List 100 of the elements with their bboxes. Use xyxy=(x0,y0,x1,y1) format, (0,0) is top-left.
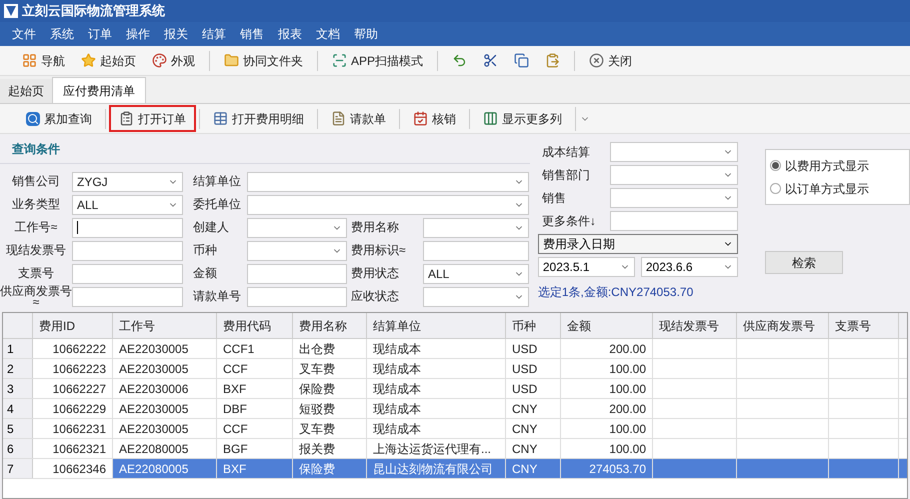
folder-icon xyxy=(224,53,239,68)
menu-item[interactable]: 报关 xyxy=(164,25,188,43)
input-field[interactable] xyxy=(247,264,347,284)
dropdown-field[interactable] xyxy=(247,172,529,192)
toolbar-button[interactable]: 起始页 xyxy=(75,48,142,72)
paste-icon xyxy=(545,53,560,68)
field-label: 现结发票号 xyxy=(5,245,67,256)
table-row[interactable]: 4 10662229 AE22030005 DBF 短驳费 现结成本 CNY 200.00 xyxy=(3,399,907,419)
menu-item[interactable]: 系统 xyxy=(50,25,74,43)
menu-item[interactable]: 操作 xyxy=(126,25,150,43)
app-logo-icon xyxy=(4,4,18,18)
menu-item[interactable]: 文件 xyxy=(12,25,36,43)
field-label: 销售 xyxy=(540,190,567,207)
row-number: 4 xyxy=(3,399,33,418)
dropdown-field[interactable] xyxy=(610,188,738,208)
column-header[interactable]: 费用代码 xyxy=(217,313,293,338)
column-header[interactable]: 供应商发票号 xyxy=(737,313,829,338)
dropdown-field[interactable] xyxy=(247,194,529,214)
date-type-dropdown[interactable]: 费用录入日期 xyxy=(538,234,738,254)
column-header[interactable]: 现结发票号 xyxy=(653,313,737,338)
tab[interactable]: 应付费用清单 xyxy=(52,77,146,103)
row-number: 7 xyxy=(3,459,33,478)
menu-item[interactable]: 文档 xyxy=(316,25,340,43)
tab[interactable]: 起始页 xyxy=(0,79,52,103)
input-field[interactable] xyxy=(610,211,738,231)
menu-item[interactable]: 报表 xyxy=(278,25,302,43)
column-header[interactable]: 支票号 xyxy=(829,313,899,338)
table-cell: AE22030006 xyxy=(113,379,217,398)
date-field[interactable]: 2023.6.6 xyxy=(640,257,738,277)
table-row[interactable]: 2 10662223 AE22030005 CCF 叉车费 现结成本 USD 100.00 xyxy=(3,359,907,379)
columns-icon xyxy=(483,111,498,126)
field-label: 更多条件↓ xyxy=(540,213,597,230)
toolbar-button[interactable]: 导航 xyxy=(16,48,71,72)
search-button[interactable]: 检索 xyxy=(765,251,843,274)
dropdown-field[interactable] xyxy=(610,165,738,185)
dropdown-field[interactable] xyxy=(610,142,738,162)
radio-button[interactable] xyxy=(770,183,781,194)
table-row[interactable]: 3 10662227 AE22030006 BXF 保险费 现结成本 USD 100.00 xyxy=(3,379,907,399)
column-header[interactable]: 金额 xyxy=(561,313,653,338)
radio-button[interactable] xyxy=(770,160,781,171)
column-header[interactable]: 工作号 xyxy=(113,313,217,338)
table-cell: 200.00 xyxy=(561,339,653,358)
dropdown-field[interactable]: ALL xyxy=(72,194,183,214)
menu-item[interactable]: 销售 xyxy=(240,25,264,43)
toolbar-button[interactable]: 请款单 xyxy=(321,105,396,132)
column-header[interactable]: 结算单位 xyxy=(367,313,506,338)
column-header[interactable]: 费用名称 xyxy=(293,313,367,338)
radio-option[interactable]: 以订单方式显示 xyxy=(770,180,905,198)
calendar-icon xyxy=(413,111,428,126)
window-title: 立刻云国际物流管理系统 xyxy=(22,2,165,20)
menu-item[interactable]: 订单 xyxy=(88,25,112,43)
toolbar-button[interactable]: 协同文件夹 xyxy=(218,48,309,72)
date-field[interactable]: 2023.5.1 xyxy=(538,257,635,277)
column-header[interactable]: 币种 xyxy=(506,313,561,338)
toolbar-button[interactable]: 累加查询 xyxy=(16,105,102,132)
input-field[interactable] xyxy=(72,264,183,284)
input-field[interactable] xyxy=(72,286,183,306)
row-number: 5 xyxy=(3,419,33,438)
table-cell: 保险费 xyxy=(293,379,367,398)
table-cell: 10662223 xyxy=(33,359,113,378)
input-field[interactable] xyxy=(72,240,183,260)
input-field[interactable] xyxy=(72,218,183,238)
input-field[interactable] xyxy=(423,240,529,260)
radio-option[interactable]: 以费用方式显示 xyxy=(770,156,905,174)
dropdown-field[interactable]: ZYGJ xyxy=(72,172,183,192)
close-icon xyxy=(589,53,604,68)
table-cell xyxy=(829,459,899,478)
table-cell: 10662231 xyxy=(33,419,113,438)
dropdown-field[interactable] xyxy=(247,218,347,238)
table-cell: AE22030005 xyxy=(113,419,217,438)
table-cell: 现结成本 xyxy=(367,359,506,378)
table-cell: 现结成本 xyxy=(367,419,506,438)
toolbar-button[interactable]: 关闭 xyxy=(583,48,638,72)
table-cell: 现结成本 xyxy=(367,339,506,358)
dropdown-field[interactable] xyxy=(423,286,529,306)
dropdown-field[interactable] xyxy=(247,240,347,260)
table-cell: CNY xyxy=(506,419,561,438)
toolbar-button[interactable]: 外观 xyxy=(146,48,201,72)
table-cell: 上海达运货运代理有... xyxy=(367,439,506,458)
table-row[interactable]: 5 10662231 AE22030005 CCF 叉车费 现结成本 CNY 100.00 xyxy=(3,419,907,439)
toolbar-button[interactable]: 核销 xyxy=(403,105,466,132)
table-cell: 100.00 xyxy=(561,439,653,458)
toolbar-button[interactable]: APP扫描模式 xyxy=(326,48,430,72)
toolbar-button[interactable]: 打开订单 xyxy=(109,105,196,132)
table-row[interactable]: 1 10662222 AE22030005 CCF1 出仓费 现结成本 USD 200.00 xyxy=(3,339,907,359)
menu-item[interactable]: 帮助 xyxy=(354,25,378,43)
toolbar-button[interactable]: 显示更多列 xyxy=(473,105,572,132)
table-cell: BXF xyxy=(217,459,293,478)
scissors-icon xyxy=(483,53,498,68)
column-header[interactable]: 费用ID xyxy=(33,313,113,338)
table-cell: AE22030005 xyxy=(113,399,217,418)
dropdown-field[interactable] xyxy=(423,218,529,238)
table-row[interactable]: 7 10662346 AE22080005 BXF 保险费 昆山达刻物流有限公司 CNY 274053.70 xyxy=(3,459,907,479)
input-field[interactable] xyxy=(247,286,347,306)
menu-item[interactable]: 结算 xyxy=(202,25,226,43)
table-cell: 200.00 xyxy=(561,399,653,418)
dropdown-field[interactable]: ALL xyxy=(423,264,529,284)
table-cell: AE22030005 xyxy=(113,339,217,358)
toolbar-button[interactable]: 打开费用明细 xyxy=(203,105,314,132)
text-cursor xyxy=(77,221,78,234)
